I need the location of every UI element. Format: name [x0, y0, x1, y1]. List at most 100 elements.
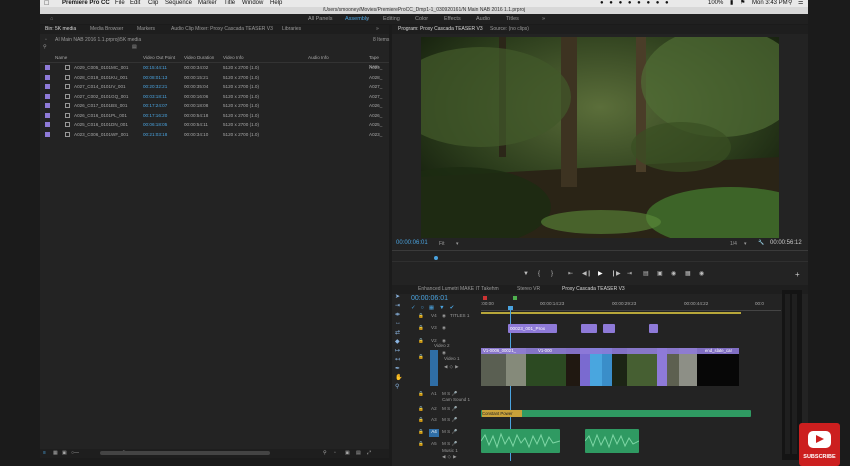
- step-back-icon[interactable]: ◀❙: [582, 270, 592, 279]
- menu-help[interactable]: Help: [270, 0, 282, 7]
- play-icon[interactable]: ▶: [598, 270, 603, 279]
- playhead-handle[interactable]: [508, 306, 513, 310]
- notification-icon[interactable]: ☰: [798, 0, 803, 7]
- video-out-point[interactable]: 00:03:18:11: [143, 92, 167, 102]
- zoom-slider[interactable]: ○—: [71, 449, 79, 458]
- youtube-subscribe-button[interactable]: SUBSCRIBE: [799, 423, 840, 466]
- tab-program[interactable]: Program: Proxy Cascada TEASER V3: [398, 25, 483, 33]
- export-frame-icon[interactable]: ◉: [671, 270, 676, 279]
- v1-clip-strip[interactable]: V1-0006_00021_ V1-000 end_slate_car: [481, 348, 739, 386]
- video-out-point[interactable]: 00:08:01:13: [143, 73, 167, 83]
- workspace-color[interactable]: Color: [415, 14, 428, 24]
- lock-icon[interactable]: 🔒: [418, 391, 424, 397]
- track-id[interactable]: V3: [431, 325, 437, 330]
- video-out-point[interactable]: 00:17:24:07: [143, 101, 167, 111]
- menu-window[interactable]: Window: [242, 0, 263, 7]
- monitor-scrub-bar[interactable]: [392, 261, 808, 262]
- lock-icon[interactable]: 🔒: [418, 441, 424, 447]
- razor-tool-icon[interactable]: ◆: [395, 338, 400, 345]
- mute-solo-icons[interactable]: M S 🎤: [442, 441, 457, 447]
- a5-music-clip-1[interactable]: [481, 429, 561, 453]
- v3-clip[interactable]: 00023_001_Prox: [508, 324, 557, 333]
- source-patch-v1[interactable]: [430, 350, 438, 386]
- video-out-point[interactable]: 00:17:16:20: [143, 111, 167, 121]
- new-item-icon[interactable]: ▣: [345, 449, 350, 458]
- menu-file[interactable]: File: [115, 0, 125, 7]
- video-out-point[interactable]: 00:20:32:21: [143, 82, 167, 92]
- label-color-swatch[interactable]: [45, 93, 50, 99]
- extract-icon[interactable]: ▣: [657, 270, 663, 279]
- clock[interactable]: Mon 3:43 PM: [752, 0, 788, 7]
- label-color-swatch[interactable]: [45, 65, 50, 70]
- v3-clip-4[interactable]: [649, 324, 658, 333]
- table-row[interactable]: A023_C006_0101WF_001 00:21:03:18 00:00:34:…: [40, 130, 387, 140]
- lock-icon[interactable]: 🔒: [418, 417, 424, 423]
- panel-more-icon[interactable]: »: [376, 25, 379, 33]
- zoom-fit-dropdown[interactable]: Fit: [439, 241, 445, 247]
- col-name[interactable]: Name: [55, 53, 67, 62]
- video-out-point[interactable]: 00:06:18:05: [143, 120, 167, 130]
- slip-tool-icon[interactable]: ↦: [395, 347, 400, 354]
- program-timecode[interactable]: 00:00:06:01: [396, 240, 428, 246]
- time-ruler[interactable]: :00:00 00:00:14:23 00:00:29:23 00:00:44:…: [481, 296, 781, 311]
- tab-enhanced-lumetri[interactable]: Enhanced Lumetri MAKE IT Takehm: [418, 285, 499, 293]
- lock-icon[interactable]: 🔒: [418, 338, 424, 344]
- hand-tool-icon[interactable]: ✋: [395, 374, 402, 381]
- lock-icon[interactable]: 🔒: [418, 325, 424, 331]
- label-color-swatch[interactable]: [45, 112, 50, 118]
- eye-icon[interactable]: ◉: [442, 325, 446, 331]
- rolling-edit-tool-icon[interactable]: ↔: [395, 320, 401, 326]
- vr-view-icon[interactable]: ◉: [699, 270, 704, 279]
- more-workspaces-icon[interactable]: »: [542, 14, 545, 24]
- new-folder-icon[interactable]: ▫: [334, 449, 336, 458]
- label-color-swatch[interactable]: [45, 84, 50, 89]
- resolution-chevron-icon[interactable]: ▾: [744, 241, 747, 247]
- col-audio-info[interactable]: Audio Info: [308, 53, 329, 62]
- tab-proxy-cascada[interactable]: Proxy Cascada TEASER V3: [562, 285, 625, 293]
- mute-solo-icons[interactable]: M S 🎤: [442, 429, 457, 435]
- tab-bin-5k-media[interactable]: Bin: 5K media: [45, 25, 76, 33]
- in-marker[interactable]: [483, 296, 487, 300]
- mute-solo-icons[interactable]: M S 🎤: [442, 406, 457, 412]
- video-out-point[interactable]: 00:21:03:18: [143, 130, 167, 140]
- clear-icon[interactable]: ▤: [356, 449, 361, 458]
- col-video-duration[interactable]: Video Duration: [184, 53, 214, 62]
- menu-marker[interactable]: Marker: [198, 0, 217, 7]
- eye-icon[interactable]: ◉: [442, 313, 446, 319]
- col-video-out[interactable]: Video Out Point: [143, 53, 175, 62]
- add-marker-icon[interactable]: ▼: [523, 270, 529, 279]
- menu-edit[interactable]: Edit: [130, 0, 140, 7]
- resize-icon[interactable]: ⤢: [367, 449, 371, 458]
- menu-clip[interactable]: Clip: [148, 0, 158, 7]
- workspace-titles[interactable]: Titles: [506, 14, 519, 24]
- workspace-editing[interactable]: Editing: [383, 14, 400, 24]
- tab-source[interactable]: Source: (no clips): [490, 25, 529, 33]
- monitor-playhead[interactable]: [434, 256, 438, 260]
- workspace-effects[interactable]: Effects: [444, 14, 461, 24]
- mark-out-icon[interactable]: }: [551, 270, 553, 279]
- lock-icon[interactable]: 🔒: [418, 429, 424, 435]
- icon-view-icon[interactable]: ▦: [53, 449, 58, 458]
- track-id[interactable]: V4: [431, 313, 437, 318]
- menu-title[interactable]: Title: [224, 0, 235, 7]
- v3-clip-2[interactable]: [581, 324, 597, 333]
- timeline-timecode[interactable]: 00:00:06:01: [411, 295, 448, 302]
- pen-tool-icon[interactable]: ✒: [395, 365, 400, 372]
- go-to-out-icon[interactable]: ⇥: [627, 270, 632, 279]
- keyframe-nav-icons[interactable]: ◀◇▶: [442, 454, 459, 460]
- track-select-tool-icon[interactable]: ⇥: [395, 302, 400, 309]
- selection-tool-icon[interactable]: ➤: [395, 293, 400, 300]
- keyframe-nav-icons[interactable]: ◀◇▶: [444, 364, 461, 370]
- menu-sequence[interactable]: Sequence: [165, 0, 192, 7]
- find-icon[interactable]: ⚲: [323, 449, 327, 458]
- table-row[interactable]: A027_C002_0101GQ_001 00:03:18:11 00:00:16:…: [40, 92, 387, 102]
- app-name-menu[interactable]: Premiere Pro CC: [62, 0, 110, 7]
- label-color-swatch[interactable]: [45, 103, 50, 108]
- timeline-settings-icons[interactable]: ✓○▦▼✔: [411, 305, 459, 311]
- tab-audio-clip-mixer[interactable]: Audio Clip Mixer: Proxy Cascada TEASER V…: [171, 25, 273, 33]
- track-id[interactable]: A4: [429, 429, 439, 437]
- list-view-icon[interactable]: ≡: [43, 449, 46, 458]
- apple-icon[interactable]: : [44, 0, 49, 7]
- table-row[interactable]: A025_C016_0101DN_001 00:06:18:05 00:00:54:…: [40, 120, 387, 130]
- table-row[interactable]: A026_C016_0101PL_001 00:17:16:20 00:00:54:…: [40, 111, 387, 121]
